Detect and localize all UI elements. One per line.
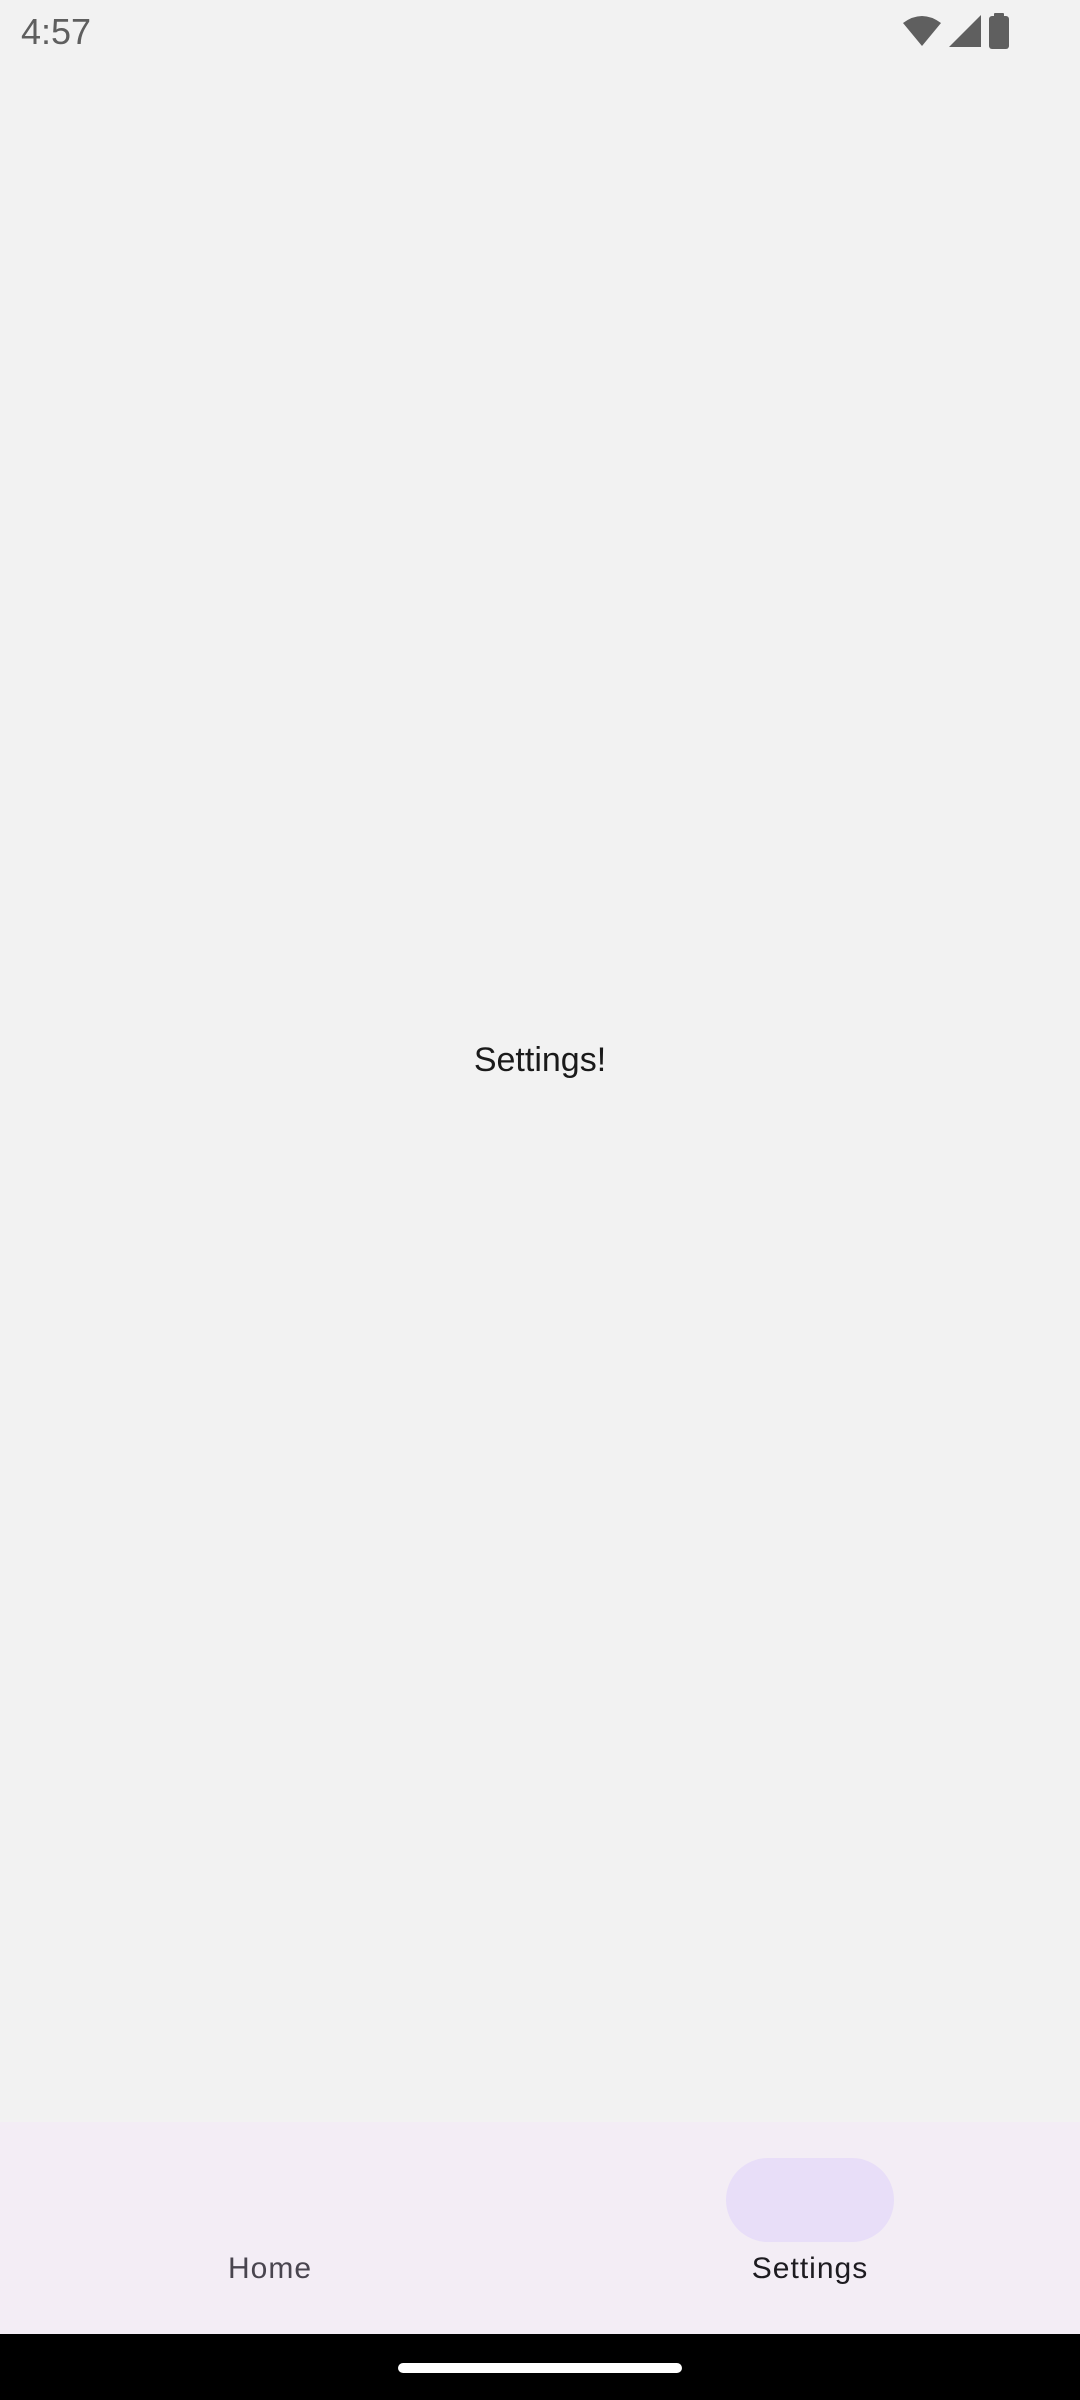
nav-item-settings[interactable]: Settings xyxy=(540,2122,1080,2334)
status-icons xyxy=(902,13,1010,49)
nav-label-home: Home xyxy=(227,2252,313,2285)
app-screen: 4:57 Settings! Home Settings xyxy=(0,0,1080,2400)
nav-item-home[interactable]: Home xyxy=(0,2122,540,2334)
wifi-icon xyxy=(902,15,942,47)
battery-icon xyxy=(988,13,1010,49)
nav-indicator-home xyxy=(186,2158,354,2242)
bottom-navigation-bar: Home Settings xyxy=(0,2122,1080,2334)
main-content: Settings! xyxy=(0,64,1080,2122)
status-bar: 4:57 xyxy=(0,0,1080,64)
status-time: 4:57 xyxy=(21,11,92,52)
nav-indicator-settings xyxy=(726,2158,894,2242)
nav-label-settings: Settings xyxy=(751,2252,869,2285)
gesture-home-handle[interactable] xyxy=(398,2363,682,2373)
cellular-signal-icon xyxy=(948,14,982,48)
settings-message: Settings! xyxy=(473,1041,607,1079)
system-navigation-bar xyxy=(0,2334,1080,2400)
